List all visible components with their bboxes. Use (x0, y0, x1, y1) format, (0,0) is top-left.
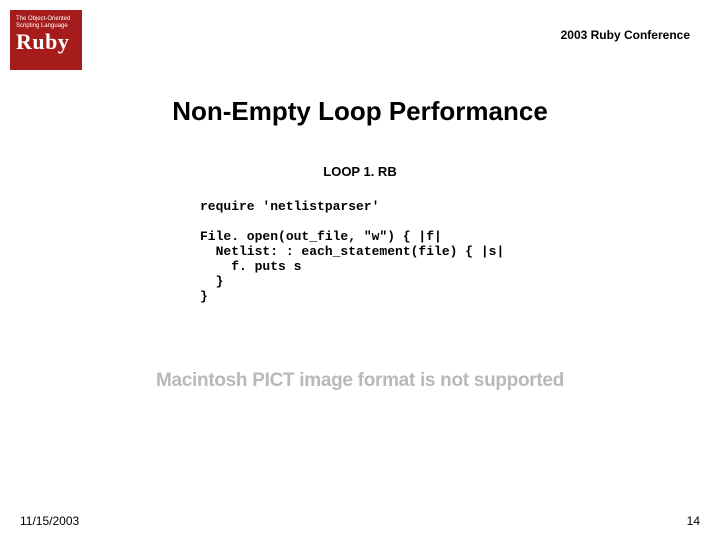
slide: The Object-Oriented Scripting Language R… (0, 0, 720, 540)
pict-unsupported-message: Macintosh PICT image format is not suppo… (0, 370, 720, 393)
footer-date: 11/15/2003 (20, 514, 79, 528)
footer-page-number: 14 (687, 514, 700, 528)
conference-label: 2003 Ruby Conference (561, 28, 690, 42)
page-title: Non-Empty Loop Performance (0, 96, 720, 127)
code-block: require 'netlistparser' File. open(out_f… (200, 200, 640, 305)
logo-name: Ruby (10, 29, 82, 59)
ruby-logo: The Object-Oriented Scripting Language R… (10, 10, 82, 70)
logo-tagline: The Object-Oriented Scripting Language (10, 10, 82, 29)
file-label: LOOP 1. RB (0, 164, 720, 179)
